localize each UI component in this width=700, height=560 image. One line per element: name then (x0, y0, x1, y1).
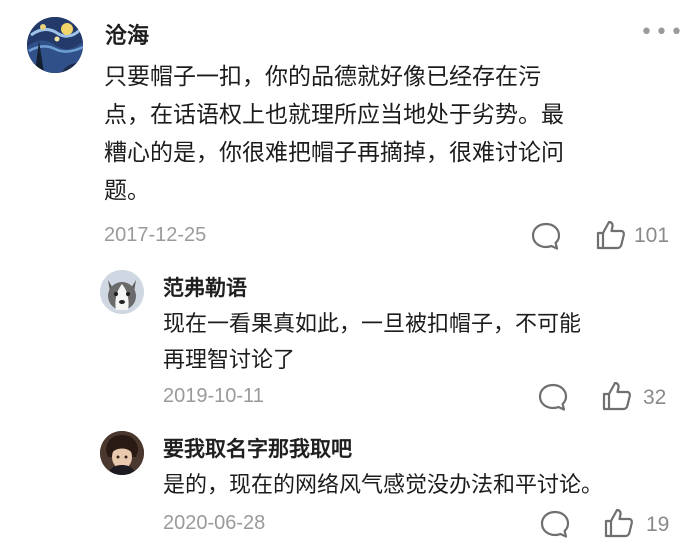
anime-character-avatar[interactable] (100, 431, 144, 475)
comment-text: 是的，现在的网络风气感觉没办法和平讨论。 (163, 468, 603, 504)
comment-username[interactable]: 要我取名字那我取吧 (163, 433, 352, 463)
comment-bubble-icon[interactable] (539, 508, 571, 544)
reply-comment: 要我取名字那我取吧 是的，现在的网络风气感觉没办法和平讨论。 2020-06-2… (0, 0, 700, 556)
like-count: 19 (646, 513, 670, 536)
thumbs-up-icon[interactable] (602, 506, 636, 544)
comment-text-line: 是的，现在的网络风气感觉没办法和平讨论。 (163, 473, 604, 498)
comment-date: 2020-06-28 (163, 512, 266, 534)
